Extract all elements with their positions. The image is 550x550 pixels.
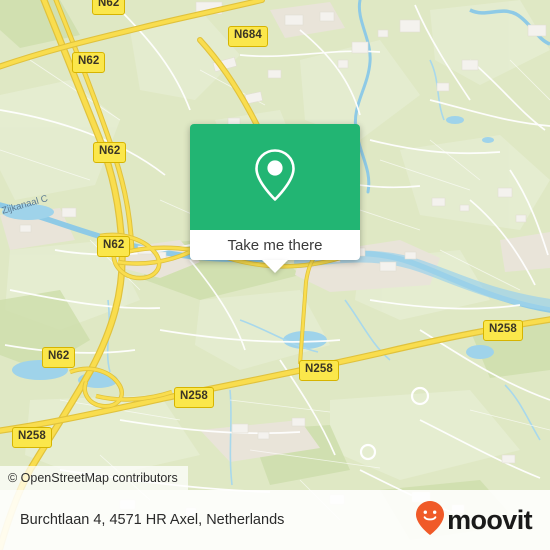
bottom-bar: Burchtlaan 4, 4571 HR Axel, Netherlands … <box>0 490 550 550</box>
map-screenshot: N62 N62 N684 N62 N62 N62 N258 N258 N258 … <box>0 0 550 550</box>
moovit-logo[interactable]: moovit <box>415 500 533 541</box>
road-shield-n62-top[interactable]: N62 <box>92 0 126 15</box>
road-shield-n258-lowerleft[interactable]: N258 <box>174 387 214 408</box>
osm-attribution[interactable]: © OpenStreetMap contributors <box>0 466 188 490</box>
road-shield-n62-mid[interactable]: N62 <box>93 142 127 163</box>
road-shield-n62-upper[interactable]: N62 <box>72 52 106 73</box>
road-shield-n258-center[interactable]: N258 <box>299 360 339 381</box>
map-pin-icon <box>252 147 298 208</box>
road-shield-n62-lower[interactable]: N62 <box>42 347 76 368</box>
moovit-wordmark: moovit <box>447 504 533 535</box>
osm-attribution-label: © OpenStreetMap contributors <box>8 471 178 485</box>
moovit-pin-smiley-icon <box>415 500 445 541</box>
card-pointer-tail <box>262 260 288 273</box>
road-shield-n258-bottomleft[interactable]: N258 <box>12 427 52 448</box>
card-footer[interactable]: Take me there <box>190 230 360 273</box>
address-label: Burchtlaan 4, 4571 HR Axel, Netherlands <box>20 512 285 528</box>
road-shield-n62-interchange[interactable]: N62 <box>97 236 131 257</box>
road-shield-n258-right[interactable]: N258 <box>483 320 523 341</box>
road-shield-n684[interactable]: N684 <box>228 26 268 47</box>
take-me-there-label: Take me there <box>227 236 323 254</box>
take-me-there-card[interactable]: Take me there <box>190 124 360 273</box>
card-image-area <box>190 124 360 230</box>
